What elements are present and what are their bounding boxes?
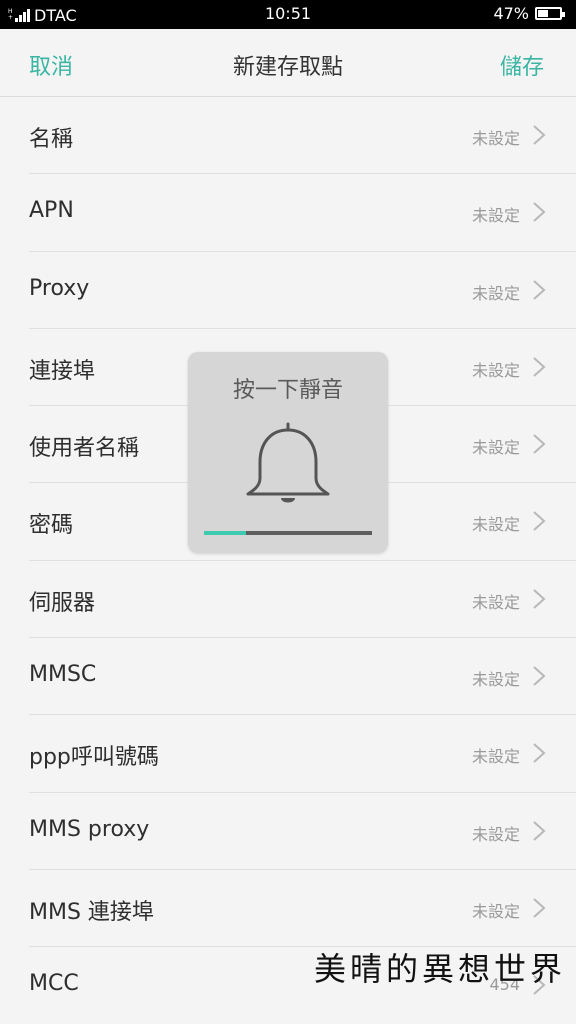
bell-icon [246, 422, 330, 503]
chevron-right-icon [533, 434, 546, 454]
settings-row[interactable]: MMS proxy 未設定 [0, 792, 576, 871]
row-label: 密碼 [29, 513, 74, 539]
battery-percent: 47% [493, 4, 529, 23]
page-title: 新建存取點 [232, 55, 343, 80]
row-value: 未設定 [471, 824, 520, 844]
settings-row[interactable]: 伺服器 未設定 [0, 560, 576, 639]
volume-bar-fill [204, 531, 246, 535]
row-label: APN [29, 198, 74, 224]
chevron-right-icon [533, 743, 546, 764]
row-label: MMS 連接埠 [29, 899, 154, 925]
chevron-right-icon [533, 666, 546, 686]
volume-bar[interactable] [204, 531, 372, 535]
status-bar: H + DTAC 10:51 47% [0, 0, 576, 29]
row-label: MMSC [29, 662, 97, 688]
chevron-right-icon [533, 279, 546, 300]
chevron-right-icon [533, 820, 546, 841]
row-label: 連接埠 [29, 358, 96, 384]
battery-icon [535, 7, 565, 20]
settings-row[interactable]: Proxy 未設定 [0, 251, 576, 330]
settings-row[interactable]: MMS 連接埠 未設定 [0, 869, 576, 948]
battery-status: 47% [493, 4, 565, 23]
row-value: 未設定 [471, 283, 520, 303]
row-label: MCC [29, 971, 79, 997]
apn-settings-list: 名稱 未設定 APN 未設定 Proxy 未設定 連接埠 未設定 使用者名稱 未設定 密碼 未設定 伺服… [0, 97, 576, 1024]
row-label: 伺服器 [29, 590, 96, 616]
row-value: 未設定 [471, 901, 520, 921]
row-label: ppp呼叫號碼 [29, 745, 159, 771]
chevron-right-icon [533, 202, 546, 223]
row-value: 未設定 [471, 515, 520, 535]
row-value: 未設定 [471, 747, 520, 767]
mute-toast[interactable]: 按一下靜音 [188, 352, 388, 553]
chevron-right-icon [533, 357, 546, 377]
clock: 10:51 [264, 4, 312, 23]
row-value: 未設定 [471, 592, 520, 612]
watermark-text: 美晴的異想世界 [313, 950, 566, 988]
row-label: Proxy [29, 275, 90, 301]
row-label: 名稱 [29, 127, 74, 152]
settings-row[interactable]: ppp呼叫號碼 未設定 [0, 715, 576, 793]
toast-text: 按一下靜音 [232, 378, 343, 403]
header-bar: 取消 新建存取點 儲存 [0, 29, 576, 97]
row-label: 使用者名稱 [29, 436, 140, 462]
row-value: 未設定 [471, 129, 520, 148]
row-value: 未設定 [471, 206, 520, 226]
chevron-right-icon [533, 125, 546, 145]
settings-row[interactable]: 名稱 未設定 [0, 97, 576, 175]
row-value: 未設定 [471, 360, 520, 380]
settings-row[interactable]: MMSC 未設定 [0, 638, 576, 716]
chevron-right-icon [533, 511, 546, 532]
row-label: MMS proxy [29, 816, 150, 842]
settings-row[interactable]: APN 未設定 [0, 174, 576, 252]
chevron-right-icon [533, 589, 546, 609]
chevron-right-icon [533, 898, 546, 918]
row-value: 未設定 [471, 438, 520, 458]
row-value: 未設定 [471, 670, 520, 690]
save-button[interactable]: 儲存 [500, 49, 544, 81]
screen: H + DTAC 10:51 47% 取消 新建存取點 儲存 名稱 未設定 APN 未設… [0, 0, 576, 1024]
